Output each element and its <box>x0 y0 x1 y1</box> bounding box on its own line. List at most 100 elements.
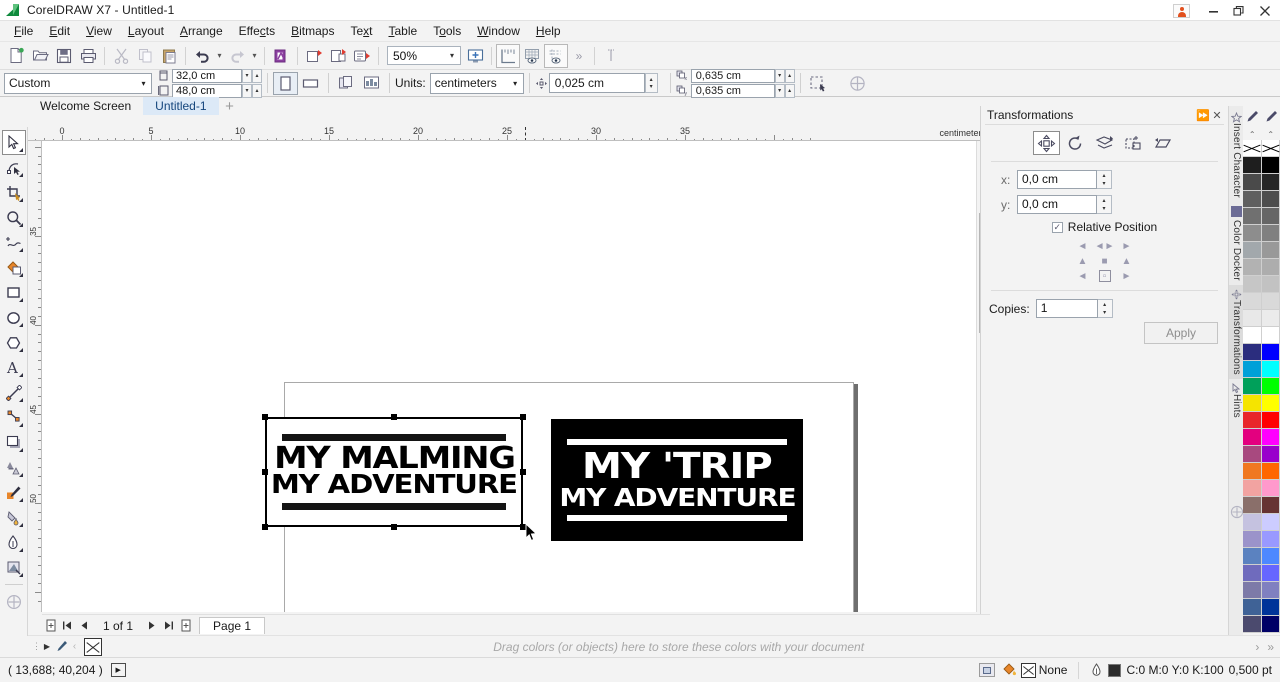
palette-swatch[interactable] <box>1261 276 1280 293</box>
selection-handle-bl[interactable] <box>262 524 268 530</box>
undo-button[interactable] <box>190 44 214 68</box>
palette-swatch[interactable] <box>1261 599 1280 616</box>
horizontal-ruler[interactable]: 0 5 10 15 20 25 30 35 centimeters <box>28 127 990 141</box>
export-button[interactable] <box>302 44 326 68</box>
menu-text[interactable]: Text <box>342 22 380 40</box>
palette-swatch[interactable] <box>1261 446 1280 463</box>
snap-options-button[interactable] <box>599 44 623 68</box>
cut-button[interactable] <box>109 44 133 68</box>
palette-swatch-none[interactable] <box>1261 140 1280 157</box>
paper-type-combo[interactable]: Custom ▾ <box>4 72 152 94</box>
palette-swatch[interactable] <box>1261 395 1280 412</box>
palette-expand-button[interactable]: » <box>1267 640 1274 654</box>
outline-pen-icon[interactable] <box>1243 106 1262 128</box>
options-button[interactable] <box>845 72 870 95</box>
anchor-middle-right[interactable]: ▲ <box>1121 255 1133 267</box>
add-docker-button[interactable] <box>1229 501 1244 523</box>
palette-swatch[interactable] <box>1243 344 1262 361</box>
selection-handle-br[interactable] <box>520 524 526 530</box>
palette-grip[interactable]: ⋮ <box>32 641 41 652</box>
docker-tab-insert-character[interactable]: Insert Character <box>1229 106 1244 202</box>
palette-swatch[interactable] <box>1243 463 1262 480</box>
eyedropper-icon[interactable] <box>53 640 69 653</box>
open-document-button[interactable] <box>28 44 52 68</box>
fill-pen-icon[interactable] <box>1262 106 1280 128</box>
palette-swatch[interactable] <box>1261 344 1280 361</box>
menu-view[interactable]: View <box>78 22 120 40</box>
palette-swatch[interactable] <box>1243 531 1262 548</box>
palette-swatch[interactable] <box>1261 157 1280 174</box>
fill-status[interactable]: None <box>1002 662 1067 678</box>
page-height-field[interactable]: 48,0 cm <box>172 83 242 98</box>
straight-line-connector-tool[interactable] <box>2 405 26 430</box>
anchor-bottom-center[interactable]: ▫ <box>1098 270 1111 282</box>
landscape-orientation-button[interactable] <box>298 72 323 95</box>
palette-swatch[interactable] <box>1243 242 1262 259</box>
palette-swatch[interactable] <box>1243 191 1262 208</box>
tab-welcome-screen[interactable]: Welcome Screen <box>28 97 143 115</box>
anchor-top-left[interactable]: ◄ <box>1077 240 1089 252</box>
palette-swatch[interactable] <box>1261 242 1280 259</box>
fullscreen-preview-button[interactable] <box>463 44 487 68</box>
rectangle-tool[interactable] <box>2 280 26 305</box>
show-rulers-button[interactable] <box>496 43 520 68</box>
palette-swatch[interactable] <box>1261 463 1280 480</box>
fill-tool[interactable] <box>2 555 26 580</box>
menu-file[interactable]: File <box>6 22 41 40</box>
next-page-button[interactable] <box>143 617 160 635</box>
import-button[interactable] <box>269 44 293 68</box>
apply-button[interactable]: Apply <box>1144 322 1218 344</box>
chevron-down-icon[interactable]: ▾ <box>508 79 523 88</box>
palette-swatch[interactable] <box>1243 225 1262 242</box>
interactive-fill-tool[interactable] <box>2 505 26 530</box>
docker-tab-color-docker[interactable]: Color Docker <box>1229 202 1244 285</box>
menu-tools[interactable]: Tools <box>425 22 469 40</box>
palette-swatch[interactable] <box>1243 582 1262 599</box>
palette-swatch[interactable] <box>1243 446 1262 463</box>
transform-rotate-button[interactable] <box>1062 131 1089 155</box>
palette-swatch[interactable] <box>1243 208 1262 225</box>
palette-swatch[interactable] <box>1261 378 1280 395</box>
palette-swatch[interactable] <box>1243 361 1262 378</box>
close-docker-icon[interactable]: ✕ <box>1210 109 1224 122</box>
palette-swatch[interactable] <box>1261 616 1280 633</box>
palette-swatch[interactable] <box>1261 225 1280 242</box>
smart-fill-tool[interactable] <box>2 255 26 280</box>
outline-pen-tool[interactable] <box>2 530 26 555</box>
zoom-tool[interactable] <box>2 205 26 230</box>
palette-swatch[interactable] <box>1261 565 1280 582</box>
portrait-orientation-button[interactable] <box>273 71 298 95</box>
menu-arrange[interactable]: Arrange <box>172 22 231 40</box>
add-document-tab-button[interactable]: + <box>219 97 241 115</box>
palette-swatch[interactable] <box>1261 582 1280 599</box>
transform-y-field[interactable]: 0,0 cm <box>1017 195 1097 214</box>
page-width-spinner[interactable]: ▾ ▴ <box>242 68 262 83</box>
palette-swatch[interactable] <box>1261 497 1280 514</box>
nudge-offset-field[interactable]: 0,025 cm <box>548 73 645 93</box>
palette-swatch[interactable] <box>1243 310 1262 327</box>
copy-button[interactable] <box>133 44 157 68</box>
text-tool[interactable]: A <box>2 355 26 380</box>
selection-handle-tl[interactable] <box>262 414 268 420</box>
palette-swatch[interactable] <box>1243 548 1262 565</box>
anchor-bottom-left[interactable]: ◄ <box>1077 270 1089 282</box>
anchor-top-center[interactable]: ◄► <box>1095 240 1115 252</box>
units-combo[interactable]: centimeters ▾ <box>429 72 524 94</box>
quick-customize-button[interactable] <box>2 589 26 614</box>
undo-dropdown-arrow[interactable]: ▾ <box>214 44 225 68</box>
palette-swatch[interactable] <box>1261 361 1280 378</box>
transform-x-field[interactable]: 0,0 cm <box>1017 170 1097 189</box>
palette-swatch[interactable] <box>1243 497 1262 514</box>
menu-bitmaps[interactable]: Bitmaps <box>283 22 342 40</box>
vertical-ruler[interactable]: 35 40 45 50 <box>28 141 42 612</box>
play-icon[interactable]: ▶ <box>110 663 126 677</box>
duplicate-y-spinner[interactable]: ▾ ▴ <box>774 83 795 98</box>
palette-swatch-none[interactable] <box>1243 140 1262 157</box>
page-width-field[interactable]: 32,0 cm <box>172 68 242 83</box>
snapshot-icon[interactable] <box>978 663 995 677</box>
all-pages-button[interactable] <box>334 72 359 95</box>
palette-flyout-arrow[interactable]: ▶ <box>41 642 53 651</box>
outline-status[interactable]: C:0 M:0 Y:0 K:100 0,500 pt <box>1090 662 1272 678</box>
previous-page-button[interactable] <box>76 617 93 635</box>
palette-swatch[interactable] <box>1243 514 1262 531</box>
